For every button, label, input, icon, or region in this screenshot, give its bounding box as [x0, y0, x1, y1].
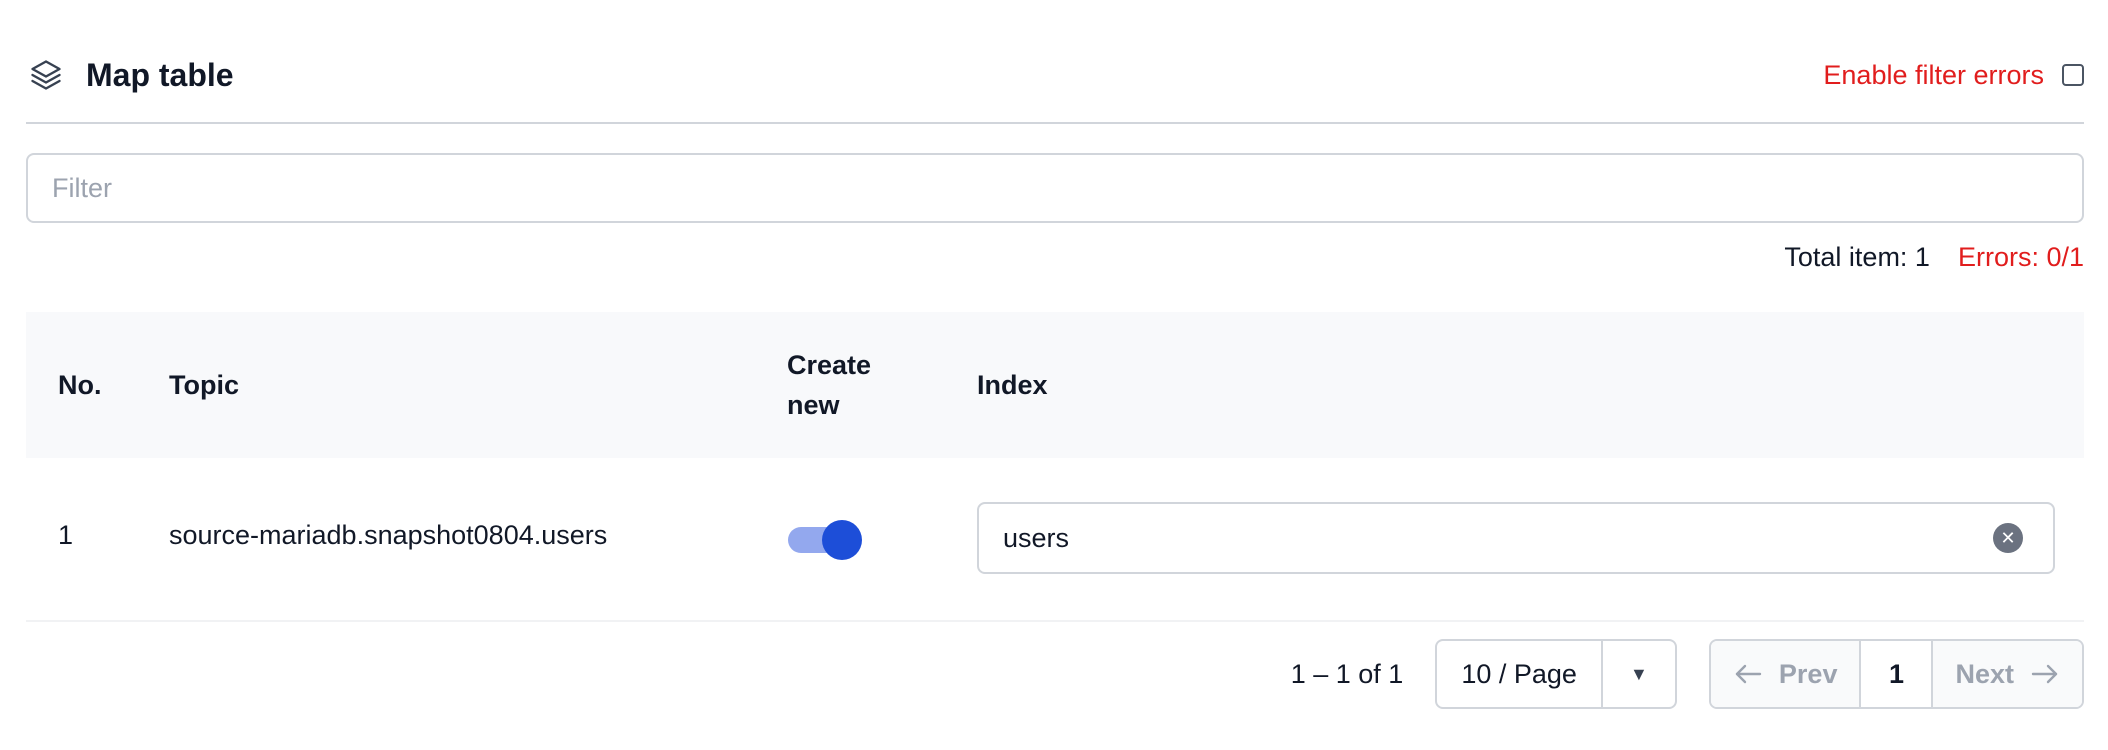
- header-divider: [26, 122, 2084, 124]
- next-label: Next: [1955, 658, 2014, 689]
- page-title: Map table: [86, 56, 234, 93]
- column-header-create-new: Create new: [787, 350, 872, 420]
- prev-label: Prev: [1778, 658, 1838, 689]
- header-left: Map table: [26, 55, 234, 95]
- create-new-toggle[interactable]: [788, 520, 862, 560]
- column-header-no: No.: [58, 370, 102, 400]
- row-topic: source-mariadb.snapshot0804.users: [169, 520, 608, 550]
- header: Map table Enable filter errors: [26, 40, 2084, 110]
- pagination: 1 – 1 of 1 10 / Page ▼ Prev 1 Next: [1291, 638, 2084, 710]
- layers-icon: [26, 55, 66, 95]
- prev-button[interactable]: Prev: [1710, 641, 1860, 707]
- row-number: 1: [58, 520, 74, 550]
- next-button[interactable]: Next: [1933, 641, 2082, 707]
- mapping-table: No. Topic Create new Index 1 source-mari…: [26, 312, 2084, 622]
- page-number-current[interactable]: 1: [1859, 641, 1934, 707]
- index-field: ✕: [977, 502, 2055, 574]
- table-row: 1 source-mariadb.snapshot0804.users ✕: [26, 458, 2084, 622]
- clear-icon[interactable]: ✕: [1993, 523, 2023, 553]
- total-item-count: Total item: 1: [1784, 242, 1930, 272]
- arrow-left-icon: [1733, 662, 1763, 686]
- filter-errors-checkbox[interactable]: [2062, 64, 2084, 86]
- table-header: No. Topic Create new Index: [26, 312, 2084, 458]
- pager: Prev 1 Next: [1708, 639, 2084, 709]
- map-table-page: Map table Enable filter errors Total ite…: [0, 0, 2108, 750]
- filter-input[interactable]: [26, 153, 2084, 223]
- arrow-right-icon: [2030, 662, 2060, 686]
- pagination-range: 1 – 1 of 1: [1290, 658, 1404, 689]
- totals-summary: Total item: 1 Errors: 0/1: [1784, 242, 2084, 273]
- page-size-value: 10 / Page: [1437, 641, 1603, 707]
- page-size-select[interactable]: 10 / Page ▼: [1435, 639, 1677, 709]
- filter-errors-label[interactable]: Enable filter errors: [1823, 60, 2044, 91]
- column-header-index: Index: [977, 370, 1048, 400]
- errors-count: Errors: 0/1: [1957, 242, 2084, 272]
- caret-down-icon[interactable]: ▼: [1603, 641, 1675, 707]
- toggle-knob: [822, 520, 862, 560]
- filter-errors-control: Enable filter errors: [1823, 60, 2084, 91]
- column-header-topic: Topic: [169, 370, 239, 400]
- index-input[interactable]: [979, 522, 1993, 554]
